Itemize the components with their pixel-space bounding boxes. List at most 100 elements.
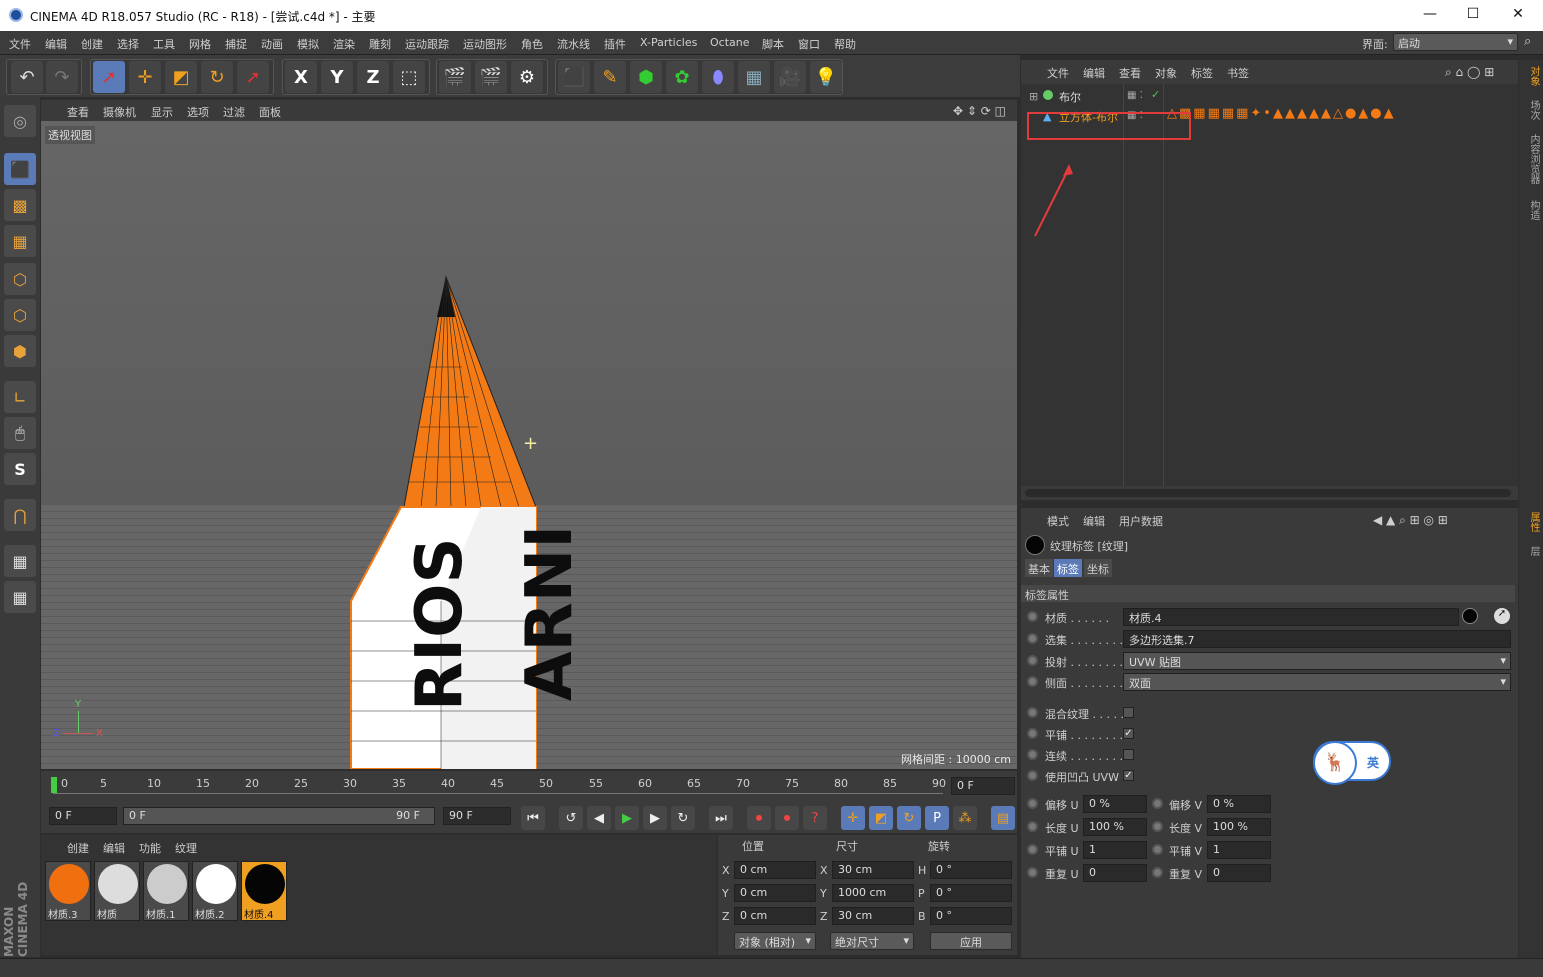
option-checkbox[interactable]: ✓: [1123, 728, 1134, 739]
expand-icon[interactable]: ⊞: [1029, 90, 1038, 103]
texture-mode-icon[interactable]: ▩: [4, 189, 36, 221]
z-axis-button[interactable]: Z: [357, 61, 389, 93]
projection-select[interactable]: UVW 贴图 ▾: [1123, 652, 1511, 670]
record-icon[interactable]: ⏺: [747, 806, 771, 830]
option-checkbox[interactable]: [1123, 749, 1134, 760]
material-swatch[interactable]: 材质.3: [45, 861, 91, 921]
tab-basic[interactable]: 基本: [1025, 559, 1053, 577]
key-scale-icon[interactable]: ◩: [869, 806, 893, 830]
animate-radio[interactable]: [1027, 633, 1038, 644]
animate-radio[interactable]: [1152, 844, 1163, 855]
animate-radio[interactable]: [1027, 728, 1038, 739]
obj-search-icon[interactable]: ⌕ ⌂ ◯ ⊞: [1445, 65, 1494, 80]
mat-menu-texture[interactable]: 纹理: [175, 840, 197, 856]
mat-menu-create[interactable]: 创建: [67, 840, 89, 856]
rotation-field[interactable]: 0 °: [930, 907, 1012, 925]
cube-icon[interactable]: ⬛: [558, 61, 590, 93]
animate-radio[interactable]: [1027, 676, 1038, 687]
viewport-nav-icon[interactable]: ✥ ⇕ ⟳ ◫: [953, 104, 1006, 118]
menu-xparticles[interactable]: X-Particles: [640, 36, 697, 49]
menu-file[interactable]: 文件: [9, 36, 31, 52]
attr-menu-mode[interactable]: 模式: [1047, 513, 1069, 529]
vp-menu-filter[interactable]: 过滤: [223, 104, 245, 120]
material-swatch[interactable]: 材质.1: [143, 861, 189, 921]
start-frame-field[interactable]: 0 F: [49, 807, 117, 825]
value-u-field[interactable]: 1: [1083, 841, 1147, 859]
menu-pipeline[interactable]: 流水线: [557, 36, 590, 52]
render-settings-icon[interactable]: ⚙: [511, 61, 543, 93]
scale-icon[interactable]: ◩: [165, 61, 197, 93]
value-v-field[interactable]: 0: [1207, 864, 1271, 882]
render-view-icon[interactable]: 🎬: [439, 61, 471, 93]
vp-menu-camera[interactable]: 摄像机: [103, 104, 136, 120]
snap-icon[interactable]: ⋂: [4, 499, 36, 531]
camera-icon[interactable]: 🎥: [774, 61, 806, 93]
move-icon[interactable]: ✛: [129, 61, 161, 93]
obj-menu-file[interactable]: 文件: [1047, 65, 1069, 81]
vtab-takes[interactable]: 场次: [1521, 100, 1541, 120]
tab-coordinates[interactable]: 坐标: [1084, 559, 1112, 577]
keyframe-selection-icon[interactable]: ?: [803, 806, 827, 830]
animate-radio[interactable]: [1027, 707, 1038, 718]
menu-octane[interactable]: Octane: [710, 36, 750, 49]
coord-mode-select[interactable]: 对象 (相对) ▾: [734, 932, 816, 950]
value-v-field[interactable]: 0 %: [1207, 795, 1271, 813]
animate-radio[interactable]: [1027, 770, 1038, 781]
size-field[interactable]: 30 cm: [832, 861, 914, 879]
axis-mode-icon[interactable]: ∟: [4, 381, 36, 413]
redo-icon[interactable]: ↷: [46, 61, 78, 93]
points-mode-icon[interactable]: ⬡: [4, 263, 36, 295]
next-key-icon[interactable]: ↻: [671, 806, 695, 830]
menu-edit[interactable]: 编辑: [45, 36, 67, 52]
workplane-mode-icon[interactable]: ▦: [4, 225, 36, 257]
menu-sculpt[interactable]: 雕刻: [369, 36, 391, 52]
animate-radio[interactable]: [1027, 611, 1038, 622]
menu-select[interactable]: 选择: [117, 36, 139, 52]
make-editable-icon[interactable]: ◎: [4, 105, 36, 137]
value-u-field[interactable]: 0 %: [1083, 795, 1147, 813]
key-position-icon[interactable]: ✛: [841, 806, 865, 830]
vp-menu-panel[interactable]: 面板: [259, 104, 281, 120]
animate-radio[interactable]: [1027, 867, 1038, 878]
obj-menu-object[interactable]: 对象: [1155, 65, 1177, 81]
material-swatch[interactable]: 材质.4: [241, 861, 287, 921]
tweak-mode-icon[interactable]: 🖱: [4, 417, 36, 449]
workplane-lock-icon[interactable]: ▦: [4, 545, 36, 577]
texture-tags-row[interactable]: △▩▦▦▦▦✦•▲▲▲▲▲△●▲●▲: [1167, 106, 1517, 124]
size-field[interactable]: 1000 cm: [832, 884, 914, 902]
mat-menu-edit[interactable]: 编辑: [103, 840, 125, 856]
recent-tool-icon[interactable]: ➚: [237, 61, 269, 93]
menu-plugins[interactable]: 插件: [604, 36, 626, 52]
end-frame-field[interactable]: 90 F: [443, 807, 511, 825]
pen-spline-icon[interactable]: ✎: [594, 61, 626, 93]
prev-frame-icon[interactable]: ◀: [587, 806, 611, 830]
maximize-button[interactable]: ☐: [1463, 6, 1483, 24]
position-field[interactable]: 0 cm: [734, 884, 816, 902]
selection-field[interactable]: 多边形选集.7: [1123, 630, 1511, 648]
option-checkbox[interactable]: [1123, 707, 1134, 718]
y-axis-button[interactable]: Y: [321, 61, 353, 93]
attr-menu-edit[interactable]: 编辑: [1083, 513, 1105, 529]
current-frame-field[interactable]: 0 F: [951, 777, 1015, 795]
subdivision-icon[interactable]: ⬢: [630, 61, 662, 93]
prev-key-icon[interactable]: ↺: [559, 806, 583, 830]
tab-tag[interactable]: 标签: [1054, 559, 1082, 577]
goto-end-icon[interactable]: ⏭: [709, 806, 733, 830]
menu-simulate[interactable]: 模拟: [297, 36, 319, 52]
obj-menu-view[interactable]: 查看: [1119, 65, 1141, 81]
obj-menu-edit[interactable]: 编辑: [1083, 65, 1105, 81]
object-boole[interactable]: 布尔: [1059, 89, 1081, 105]
pick-material-icon[interactable]: ➚: [1494, 608, 1510, 624]
value-v-field[interactable]: 100 %: [1207, 818, 1271, 836]
material-field[interactable]: 材质.4: [1123, 608, 1459, 626]
model-mode-icon[interactable]: ⬛: [4, 153, 36, 185]
deformer-icon[interactable]: ⬮: [702, 61, 734, 93]
live-select-icon[interactable]: ➚: [93, 61, 125, 93]
visibility-icon[interactable]: ▦ ⁚: [1127, 90, 1143, 101]
menu-create[interactable]: 创建: [81, 36, 103, 52]
goto-start-icon[interactable]: ⏮: [521, 806, 545, 830]
key-rotation-icon[interactable]: ↻: [897, 806, 921, 830]
next-frame-icon[interactable]: ▶: [643, 806, 667, 830]
menu-mesh[interactable]: 网格: [189, 36, 211, 52]
auto-key-icon[interactable]: ⏺: [775, 806, 799, 830]
